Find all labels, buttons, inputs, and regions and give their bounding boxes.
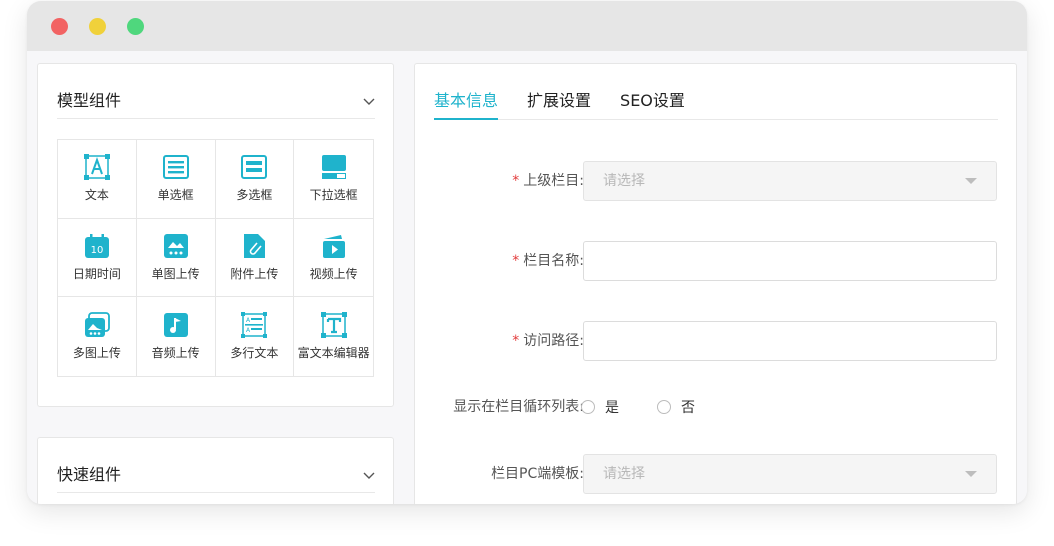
component-single-image[interactable]: 单图上传 (136, 218, 216, 298)
component-datetime[interactable]: 10 日期时间 (58, 218, 137, 298)
svg-text:A: A (246, 327, 251, 334)
tab-basic-info[interactable]: 基本信息 (434, 91, 499, 120)
chevron-down-icon[interactable] (363, 469, 375, 481)
component-label: 多选框 (236, 188, 273, 203)
close-window-button[interactable] (51, 18, 68, 35)
quick-components-panel: 快速组件 (37, 437, 394, 504)
show-in-list-label: 显示在栏目循环列表: (453, 399, 584, 415)
content-area: 模型组件 文本 单选框 多选框 下拉选框 10 日期时间 单图上传 附件上传 视… (27, 51, 1027, 504)
component-video[interactable]: 视频上传 (294, 219, 373, 298)
component-label: 多行文本 (230, 346, 279, 361)
tab-bar: 基本信息 扩展设置 SEO设置 (434, 91, 998, 120)
maximize-window-button[interactable] (127, 18, 144, 35)
component-attachment[interactable]: 附件上传 (215, 218, 295, 298)
component-label: 文本 (84, 188, 109, 203)
required-mark: * (512, 173, 520, 189)
component-dropdown[interactable]: 下拉选框 (294, 140, 373, 219)
column-name-row: * 栏目名称: (415, 241, 1018, 281)
radio-icon (162, 155, 189, 180)
column-name-input[interactable] (583, 241, 997, 281)
images-icon (84, 312, 110, 338)
access-path-input[interactable] (583, 321, 997, 361)
required-mark: * (512, 253, 520, 269)
model-components-header[interactable]: 模型组件 (57, 91, 375, 119)
component-label: 下拉选框 (309, 188, 358, 203)
model-components-panel: 模型组件 文本 单选框 多选框 下拉选框 10 日期时间 单图上传 附件上传 视… (37, 63, 394, 407)
column-name-label: 栏目名称: (523, 253, 584, 269)
title-bar (27, 1, 1027, 51)
component-label: 单图上传 (151, 266, 200, 281)
component-label: 多图上传 (72, 346, 121, 361)
show-in-list-radio-group: 是 否 (581, 387, 733, 427)
component-label: 富文本编辑器 (297, 346, 370, 361)
access-path-row: * 访问路径: (415, 321, 1018, 361)
video-icon (322, 234, 345, 258)
app-window: 模型组件 文本 单选框 多选框 下拉选框 10 日期时间 单图上传 附件上传 视… (27, 1, 1027, 504)
svg-text:10: 10 (91, 245, 104, 256)
tab-extended-settings[interactable]: 扩展设置 (527, 91, 591, 120)
component-rich-text[interactable]: 富文本编辑器 (294, 297, 373, 376)
form-panel: 基本信息 扩展设置 SEO设置 * 上级栏目: 请选择 * 栏目名称: * 访问路径: (414, 63, 1017, 504)
show-in-list-row: 显示在栏目循环列表: 是 否 (415, 387, 1018, 427)
component-text[interactable]: 文本 (58, 140, 137, 219)
textarea-icon: A A (241, 312, 268, 339)
radio-no[interactable]: 否 (657, 397, 695, 417)
pc-template-label: 栏目PC端模板: (491, 466, 584, 482)
radio-label: 是 (605, 400, 619, 416)
parent-column-row: * 上级栏目: 请选择 (415, 161, 1018, 201)
richtext-icon (320, 312, 347, 339)
radio-circle-icon[interactable] (657, 400, 671, 414)
caret-down-icon (965, 471, 977, 477)
text-icon (83, 154, 110, 181)
access-path-label: 访问路径: (523, 333, 584, 349)
component-label: 日期时间 (72, 266, 121, 281)
checkbox-icon (241, 155, 268, 180)
calendar-icon: 10 (84, 233, 109, 258)
tab-seo-settings[interactable]: SEO设置 (620, 91, 685, 120)
pc-template-select[interactable]: 请选择 (583, 454, 997, 494)
caret-down-icon (965, 178, 977, 184)
parent-column-label: 上级栏目: (523, 173, 584, 189)
component-checkbox[interactable]: 多选框 (215, 140, 295, 219)
radio-yes[interactable]: 是 (581, 397, 619, 417)
radio-circle-icon[interactable] (581, 400, 595, 414)
select-placeholder: 请选择 (603, 173, 645, 189)
panel-title: 快速组件 (57, 465, 122, 484)
image-icon (163, 233, 188, 258)
component-multi-image[interactable]: 多图上传 (58, 297, 137, 376)
panel-title: 模型组件 (57, 91, 122, 110)
component-audio[interactable]: 音频上传 (137, 297, 216, 376)
component-radio[interactable]: 单选框 (136, 140, 216, 219)
component-grid: 文本 单选框 多选框 下拉选框 10 日期时间 单图上传 附件上传 视频上传 多… (57, 139, 374, 377)
dropdown-icon (321, 155, 346, 180)
component-label: 单选框 (157, 188, 194, 203)
component-label: 音频上传 (151, 346, 200, 361)
attachment-icon (244, 233, 266, 258)
component-label: 附件上传 (230, 266, 279, 281)
parent-column-select[interactable]: 请选择 (583, 161, 997, 201)
component-label: 视频上传 (309, 266, 358, 281)
quick-components-header[interactable]: 快速组件 (57, 465, 375, 493)
radio-label: 否 (681, 400, 695, 416)
minimize-window-button[interactable] (89, 18, 106, 35)
chevron-down-icon[interactable] (363, 95, 375, 107)
component-textarea[interactable]: A A 多行文本 (216, 297, 295, 376)
svg-text:A: A (246, 317, 251, 324)
audio-icon (163, 313, 188, 338)
select-placeholder: 请选择 (603, 466, 645, 482)
required-mark: * (512, 333, 520, 349)
pc-template-row: 栏目PC端模板: 请选择 (415, 454, 1018, 494)
